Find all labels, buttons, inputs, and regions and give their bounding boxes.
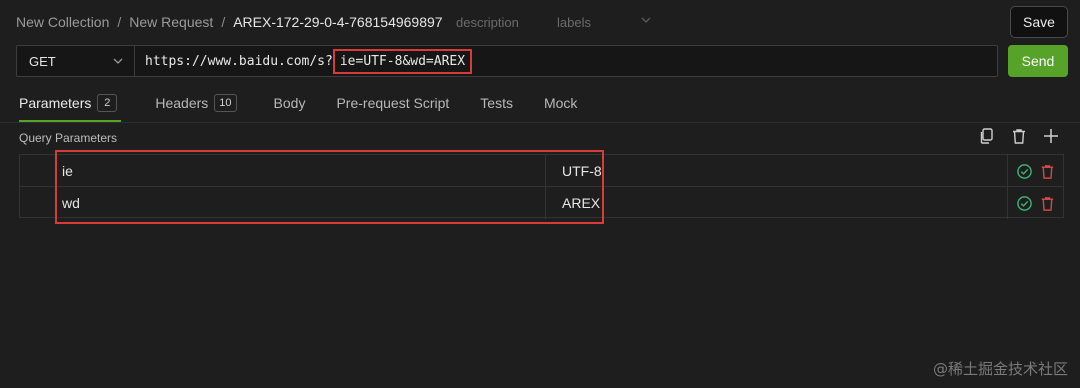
tab-label: Parameters [19, 95, 92, 111]
tab-label: Pre-request Script [336, 95, 450, 111]
tabs-divider [0, 122, 1080, 123]
breadcrumb-separator: / [117, 14, 122, 30]
delete-icon[interactable] [1039, 163, 1056, 180]
trash-icon[interactable] [1010, 127, 1028, 145]
send-button[interactable]: Send [1008, 45, 1068, 77]
param-key-input[interactable]: ie [56, 155, 546, 187]
plus-icon[interactable] [1042, 127, 1060, 145]
tab-parameters[interactable]: Parameters 2 [19, 84, 122, 122]
query-parameters-table: ie UTF-8 wd AREX [19, 154, 1064, 219]
table-row: wd AREX [20, 187, 1063, 219]
breadcrumb: New Collection / New Request / AREX-172-… [16, 0, 443, 44]
param-value-input[interactable]: AREX [546, 187, 1008, 219]
check-circle-icon[interactable] [1016, 163, 1033, 180]
labels-select[interactable]: labels [557, 15, 591, 30]
tab-mock[interactable]: Mock [544, 84, 577, 122]
row-drag-handle[interactable] [20, 155, 56, 187]
url-query-highlight: ie=UTF-8&wd=AREX [332, 48, 473, 74]
breadcrumb-separator: / [221, 14, 226, 30]
query-parameters-title: Query Parameters [19, 131, 118, 145]
table-row: ie UTF-8 [20, 155, 1063, 187]
tab-body[interactable]: Body [274, 84, 306, 122]
tab-label: Headers [155, 95, 209, 111]
query-parameters-actions [978, 127, 1060, 145]
chevron-down-icon[interactable] [640, 13, 652, 27]
tab-pre-request-script[interactable]: Pre-request Script [336, 84, 449, 122]
tab-label: Body [273, 95, 306, 111]
row-actions [1008, 155, 1064, 187]
watermark: @稀土掘金技术社区 [932, 360, 1068, 378]
url-base: https://www.baidu.com/s? [145, 53, 333, 69]
check-circle-icon[interactable] [1016, 195, 1033, 212]
method-select[interactable]: GET [17, 46, 135, 76]
copy-icon[interactable] [978, 127, 996, 145]
tab-tests[interactable]: Tests [480, 84, 513, 122]
request-url-bar: GET https://www.baidu.com/s? ie=UTF-8&wd=… [16, 45, 998, 77]
param-value-input[interactable]: UTF-8 [546, 155, 1008, 187]
url-input[interactable]: https://www.baidu.com/s? ie=UTF-8&wd=AREX [135, 46, 997, 76]
breadcrumb-request[interactable]: New Request [129, 14, 213, 30]
method-value: GET [29, 53, 56, 69]
description-field[interactable]: description [456, 15, 519, 30]
delete-icon[interactable] [1039, 195, 1056, 212]
row-drag-handle[interactable] [20, 187, 56, 219]
tab-headers[interactable]: Headers 10 [155, 84, 237, 122]
request-tabs: Parameters 2 Headers 10 Body Pre-request… [16, 84, 577, 122]
param-key-input[interactable]: wd [56, 187, 546, 219]
request-id[interactable]: AREX-172-29-0-4-768154969897 [233, 14, 442, 30]
tab-label: Mock [543, 95, 578, 111]
save-button[interactable]: Save [1010, 6, 1068, 38]
breadcrumb-collection[interactable]: New Collection [16, 14, 109, 30]
count-badge: 2 [97, 94, 118, 112]
tab-label: Tests [480, 95, 513, 111]
count-badge: 10 [214, 94, 237, 112]
chevron-down-icon [113, 58, 123, 64]
row-actions [1008, 187, 1064, 219]
